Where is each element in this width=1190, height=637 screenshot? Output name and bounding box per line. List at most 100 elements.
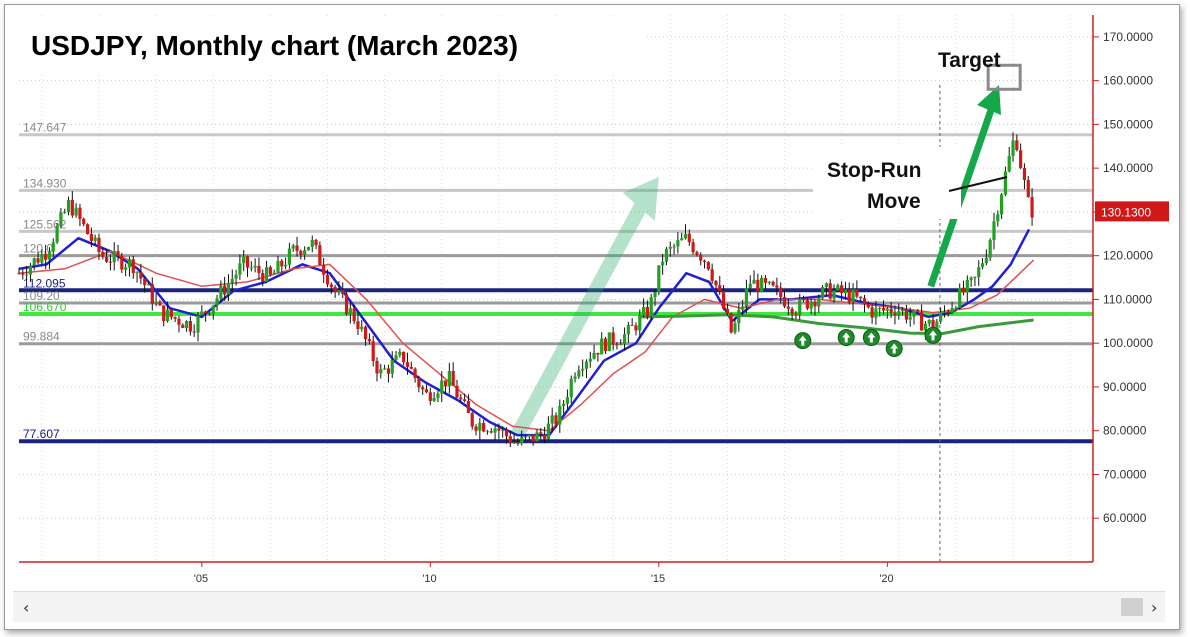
move-label: Move (867, 190, 921, 213)
candle-body (200, 311, 204, 316)
candle-body (204, 311, 208, 314)
candle-body (550, 415, 554, 424)
candle-body (828, 283, 832, 299)
candle-body (531, 434, 535, 442)
candle-body (782, 297, 787, 307)
candle-body (843, 289, 848, 294)
candle-body (565, 397, 570, 404)
candle-body (314, 239, 318, 246)
candle-body (710, 269, 714, 281)
level-label: 106.670 (23, 300, 67, 314)
candle-body (950, 308, 954, 313)
candle-body (668, 246, 672, 249)
candle-body (462, 399, 467, 401)
level-label: 147.647 (23, 121, 67, 135)
candle-body (196, 315, 200, 333)
candle-body (1019, 150, 1023, 169)
candle-body (779, 287, 783, 298)
candle-body (501, 429, 505, 431)
candle-body (961, 287, 966, 293)
candle-body (150, 284, 154, 304)
candle-body (504, 429, 509, 437)
candle-body (367, 339, 371, 342)
candle-body (847, 289, 851, 302)
candle-body (78, 207, 82, 219)
candle-body (154, 301, 158, 304)
candle-body (325, 274, 330, 285)
candle-body (375, 360, 379, 374)
candle-body (756, 279, 760, 292)
candle-body (333, 286, 337, 292)
candle-body (474, 426, 478, 431)
candle-body (1007, 155, 1011, 172)
candle-body (25, 274, 29, 276)
candle-body (242, 256, 246, 264)
scroll-left-icon[interactable]: ‹ (23, 598, 29, 617)
candle-body (390, 360, 394, 374)
candle-body (299, 250, 303, 255)
candle-body (912, 310, 916, 317)
candle-body (767, 281, 771, 283)
candle-body (562, 403, 566, 407)
candle-body (112, 251, 116, 263)
candle-body (729, 313, 733, 333)
candle-body (485, 431, 490, 433)
candle-body (348, 308, 352, 315)
price-chart[interactable]: 147.647134.930125.562120.0112.095109.201… (5, 5, 1180, 630)
candle-body (942, 311, 947, 313)
candle-body (245, 256, 250, 268)
candle-body (482, 423, 486, 432)
candle-body (493, 428, 497, 433)
candle-body (973, 276, 977, 278)
candle-body (588, 358, 592, 362)
candle-body (1022, 168, 1027, 181)
candle-body (527, 434, 531, 437)
candle-body (512, 442, 516, 444)
horizontal-scrollbar[interactable]: ‹ › (13, 591, 1165, 622)
candle-body (619, 343, 623, 345)
candle-body (744, 288, 749, 307)
y-tick-label: 140.0000 (1103, 161, 1153, 175)
candle-body (603, 338, 608, 352)
candle-body (939, 312, 943, 322)
candle-body (969, 277, 973, 280)
candle-body (600, 338, 604, 355)
candle-body (451, 371, 455, 386)
candle-body (1003, 171, 1008, 195)
candle-body (916, 310, 920, 313)
y-tick-label: 120.0000 (1103, 249, 1153, 263)
candle-body (215, 298, 219, 306)
candle-body (173, 317, 177, 319)
candle-body (318, 245, 322, 266)
candle-body (752, 279, 756, 284)
candle-body (238, 263, 242, 275)
candle-body (329, 284, 333, 287)
candle-body (630, 324, 634, 326)
candle-body (207, 313, 212, 315)
candle-body (721, 291, 726, 309)
candle-body (344, 294, 349, 315)
candle-body (287, 248, 292, 265)
chart-window: 147.647 134.930 125.562 120.0 112.095 109.20 1… (4, 4, 1180, 630)
candle-body (760, 277, 764, 292)
candle-body (676, 240, 680, 247)
y-tick-label: 110.0000 (1103, 292, 1152, 306)
candle-body (272, 272, 276, 275)
level-label: 77.607 (23, 427, 60, 441)
x-tick-label: '05 (194, 573, 208, 585)
candle-body (638, 315, 642, 331)
candle-body (733, 323, 737, 333)
candle-body (108, 261, 113, 263)
candle-body (124, 267, 128, 270)
candle-body (421, 387, 425, 390)
candle-body (855, 289, 859, 297)
scroll-thumb[interactable] (1121, 598, 1143, 616)
candle-body (322, 265, 326, 275)
x-tick-label: '20 (879, 573, 893, 585)
candle-body (409, 366, 413, 369)
candle-body (763, 277, 768, 283)
candle-body (645, 306, 650, 317)
candle-body (306, 246, 311, 251)
scroll-right-icon[interactable]: › (1151, 598, 1157, 617)
candle-body (554, 415, 558, 425)
